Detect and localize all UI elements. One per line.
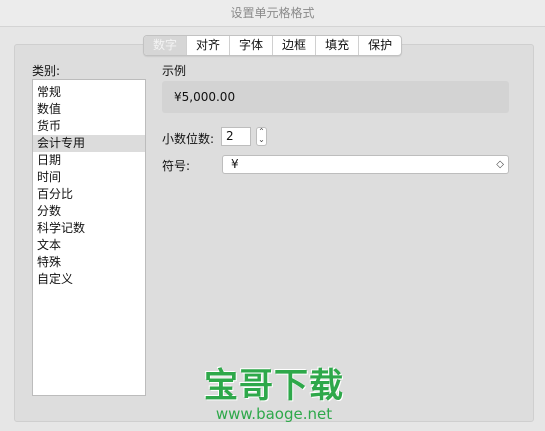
sample-label: 示例 <box>162 64 187 78</box>
category-item-custom[interactable]: 自定义 <box>33 271 145 288</box>
tab-border[interactable]: 边框 <box>273 36 317 55</box>
tab-fill[interactable]: 填充 <box>316 36 360 55</box>
symbol-label: 符号: <box>162 159 191 173</box>
category-item-fraction[interactable]: 分数 <box>33 203 145 220</box>
tab-alignment[interactable]: 对齐 <box>187 36 231 55</box>
category-label: 类别: <box>32 64 61 78</box>
decimal-places-field[interactable]: 2 <box>221 127 251 146</box>
tab-protection[interactable]: 保护 <box>359 36 401 55</box>
tab-bar: 数字 对齐 字体 边框 填充 保护 <box>143 35 403 56</box>
category-item-time[interactable]: 时间 <box>33 169 145 186</box>
tab-font[interactable]: 字体 <box>230 36 274 55</box>
category-item-date[interactable]: 日期 <box>33 152 145 169</box>
sample-value: ¥5,000.00 <box>174 90 236 104</box>
category-item-scientific[interactable]: 科学记数 <box>33 220 145 237</box>
format-cells-window: 设置单元格格式 数字 对齐 字体 边框 填充 保护 类别: 常规 数值 货币 会… <box>0 0 545 431</box>
category-item-currency[interactable]: 货币 <box>33 118 145 135</box>
chevron-updown-icon: ◇ <box>496 159 504 170</box>
tab-number[interactable]: 数字 <box>144 36 188 55</box>
sample-preview: ¥5,000.00 <box>162 81 509 113</box>
symbol-select[interactable]: ¥ ◇ <box>222 155 509 174</box>
category-list[interactable]: 常规 数值 货币 会计专用 日期 时间 百分比 分数 科学记数 文本 特殊 自定… <box>32 79 146 396</box>
decimal-places-stepper[interactable]: ⌃ ⌄ <box>256 127 267 146</box>
watermark-title: 宝哥下载 <box>204 366 344 406</box>
stepper-down-icon[interactable]: ⌄ <box>257 136 266 144</box>
category-item-percentage[interactable]: 百分比 <box>33 186 145 203</box>
category-item-number[interactable]: 数值 <box>33 101 145 118</box>
category-item-accounting[interactable]: 会计专用 <box>33 135 145 152</box>
category-item-general[interactable]: 常规 <box>33 84 145 101</box>
symbol-value: ¥ <box>231 157 239 171</box>
category-item-special[interactable]: 特殊 <box>33 254 145 271</box>
watermark-url: www.baoge.net <box>215 405 333 423</box>
category-item-text[interactable]: 文本 <box>33 237 145 254</box>
watermark: 宝哥下载 www.baoge.net <box>196 367 352 423</box>
window-title: 设置单元格格式 <box>0 0 545 27</box>
decimal-places-label: 小数位数: <box>162 132 215 146</box>
